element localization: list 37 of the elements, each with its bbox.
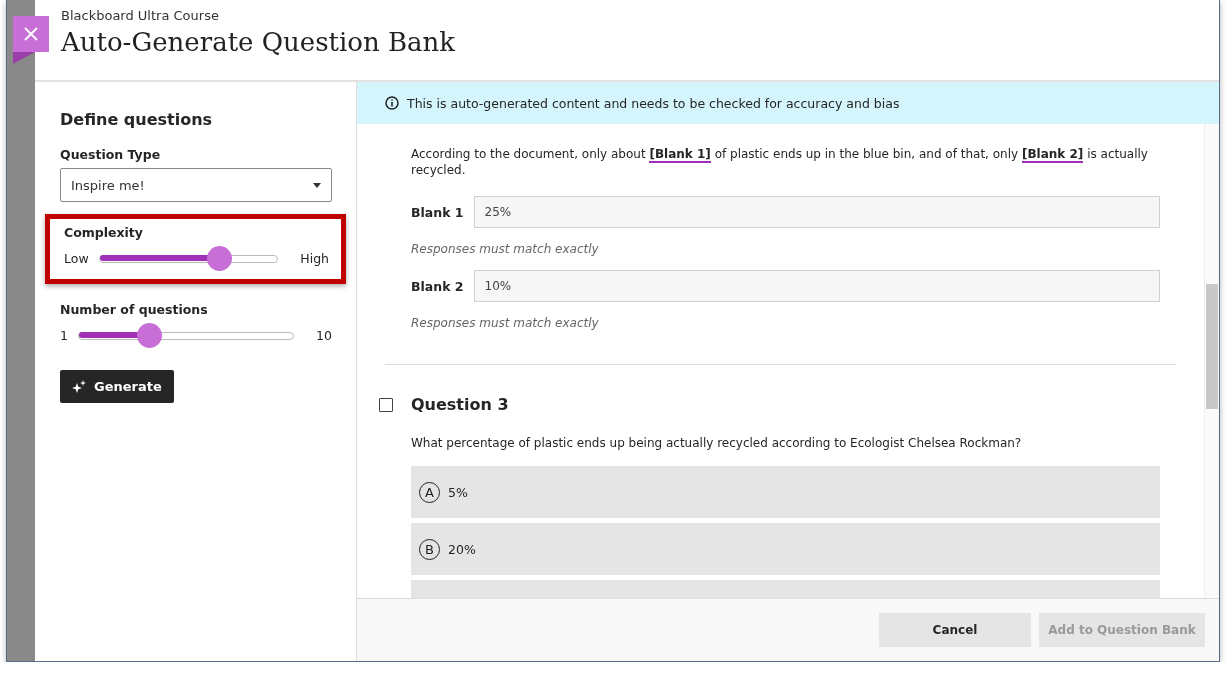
slider-label: Number of questions (60, 302, 209, 317)
generate-button[interactable]: Generate (60, 370, 174, 403)
info-icon (385, 96, 399, 110)
scrollbar[interactable] (1204, 124, 1219, 598)
slider-max-label: High (300, 251, 329, 266)
question-text: According to the document, only about [Blank 1] of plastic ends up in the blue bin, and of that, only [Blank 2] is actually recycled. (411, 146, 1149, 178)
slider-thumb[interactable] (137, 323, 163, 348)
answer-option[interactable]: B 20% (411, 523, 1160, 575)
blank-label: Blank 2 (411, 278, 464, 294)
field-label: Question Type (60, 147, 162, 162)
question-title: Question 3 (411, 395, 509, 414)
question-type-dropdown[interactable]: Inspire me! (60, 168, 332, 202)
slider-min-label: Low (64, 251, 89, 266)
notice-text: This is auto-generated content and needs to be checked for accuracy and bias (407, 95, 900, 111)
question-text: What percentage of plastic ends up being actually recycled according to Ecologist Chelsea Rockman? (411, 436, 1023, 450)
caret-icon (313, 182, 321, 188)
page-title: Auto-Generate Question Bank (61, 27, 457, 57)
blank-label: Blank 1 (411, 204, 464, 220)
section-heading: Define questions (60, 110, 214, 129)
option-text: 20% (448, 541, 476, 557)
slider-thumb[interactable] (206, 246, 232, 271)
slider-max-label: 10 (316, 328, 332, 343)
option-text: 5% (448, 484, 468, 500)
course-name: Blackboard Ultra Course (61, 8, 220, 23)
slider-label: Complexity (64, 225, 144, 240)
close-icon (23, 26, 39, 42)
answer-field[interactable]: 10% (473, 270, 1160, 302)
close-button[interactable] (13, 16, 49, 52)
hint-text: Responses must match exactly (411, 316, 600, 330)
cancel-button[interactable]: Cancel (879, 613, 1031, 647)
answer-option[interactable]: A 5% (411, 466, 1160, 518)
ribbon-fold (13, 52, 35, 64)
sparkle-icon (72, 379, 86, 394)
slider-min-label: 1 (60, 328, 68, 343)
checkbox[interactable] (379, 397, 393, 412)
hint-text: Responses must match exactly (411, 242, 600, 256)
answer-field[interactable]: 25% (473, 196, 1160, 228)
